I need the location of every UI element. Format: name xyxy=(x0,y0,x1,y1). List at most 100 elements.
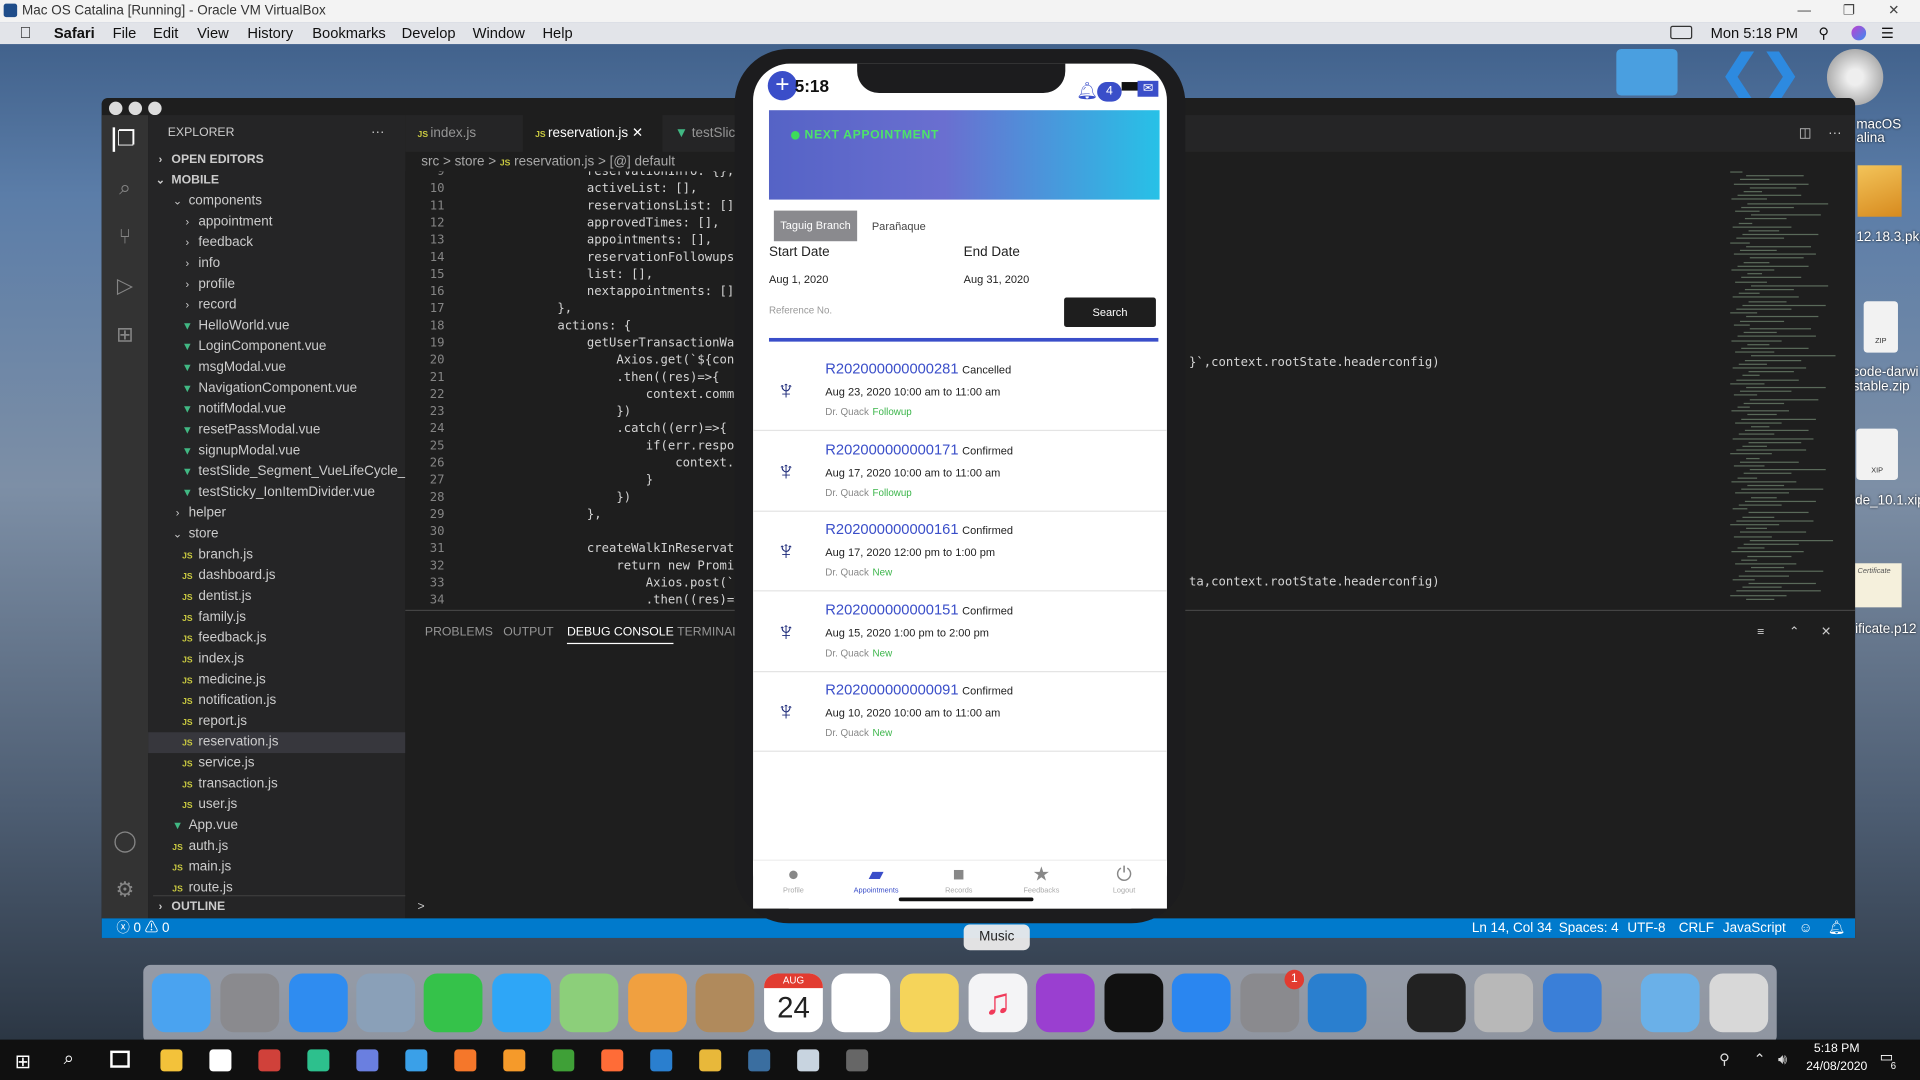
menu-app-name[interactable]: Safari xyxy=(54,22,95,44)
tab-testslide[interactable]: ▼ testSlic xyxy=(662,115,736,152)
tab-output[interactable]: OUTPUT xyxy=(503,626,553,639)
menubar-clock[interactable]: Mon 5:18 PM xyxy=(1711,22,1798,44)
tree-item[interactable]: JS auth.js xyxy=(148,836,405,857)
menu-view[interactable]: View xyxy=(197,22,229,44)
chrome-icon[interactable] xyxy=(699,1049,722,1072)
explorer-icon[interactable]: ❐ xyxy=(112,127,137,152)
cursor-position[interactable]: Ln 14, Col 34 xyxy=(1472,918,1552,938)
window-minimize-button[interactable] xyxy=(128,101,143,116)
close-button[interactable]: ✕ xyxy=(1888,0,1899,22)
disk-icon[interactable] xyxy=(1826,48,1884,106)
add-appointment-button[interactable]: + xyxy=(767,71,798,101)
tree-item[interactable]: › record xyxy=(148,295,405,316)
tab-terminal[interactable]: TERMINAL xyxy=(677,626,739,639)
contacts-icon[interactable] xyxy=(695,973,755,1033)
tree-item[interactable]: ▼ App.vue xyxy=(148,816,405,837)
minimap[interactable] xyxy=(1730,171,1845,612)
tree-item[interactable]: ▼ notifModal.vue xyxy=(148,399,405,420)
reservation-id[interactable]: R202000000000091 xyxy=(825,681,958,698)
tree-item[interactable]: JS user.js xyxy=(148,795,405,816)
window-zoom-button[interactable] xyxy=(148,101,162,116)
reference-input[interactable]: Reference No. xyxy=(769,305,1051,316)
music-icon[interactable]: ♫ xyxy=(968,973,1028,1033)
menu-bookmarks[interactable]: Bookmarks xyxy=(312,22,386,44)
extensions-icon[interactable]: ⊞ xyxy=(113,323,137,347)
open-editors-section[interactable]: › OPEN EDITORS xyxy=(153,149,410,170)
photos-icon[interactable] xyxy=(628,973,687,1033)
tree-item[interactable]: ⌄ components xyxy=(148,191,405,212)
notes-icon[interactable] xyxy=(900,973,959,1033)
xcode-icon[interactable] xyxy=(1542,973,1602,1033)
tree-item[interactable]: JS reservation.js xyxy=(148,732,406,754)
reservation-id[interactable]: R202000000000281 xyxy=(825,360,958,377)
package-icon[interactable] xyxy=(1857,165,1902,217)
menu-edit[interactable]: Edit xyxy=(153,22,178,44)
segment-paranaque[interactable]: Parañaque xyxy=(872,220,926,232)
next-appointment-banner[interactable]: NEXT APPOINTMENT xyxy=(768,110,1160,200)
menu-history[interactable]: History xyxy=(247,22,293,44)
file-explorer-icon[interactable] xyxy=(160,1049,183,1072)
crumb-symbol[interactable]: [@] default xyxy=(610,154,675,169)
desktop-label-macos[interactable]: macOS alina xyxy=(1856,118,1917,146)
crumb-src[interactable]: src xyxy=(421,154,439,169)
taskbar-date[interactable]: 24/08/2020 xyxy=(1802,1060,1871,1073)
panel-maximize-icon[interactable]: ⌃ xyxy=(1789,626,1799,639)
windows-start-icon[interactable]: ⊞ xyxy=(15,1049,31,1073)
tree-item[interactable]: › feedback xyxy=(148,233,405,254)
taskbar-time[interactable]: 5:18 PM xyxy=(1810,1042,1864,1055)
tree-item[interactable]: JS medicine.js xyxy=(148,670,405,691)
tab-reservation-js[interactable]: JS reservation.js ✕ xyxy=(522,115,663,152)
tree-item[interactable]: › profile xyxy=(148,274,405,295)
desktop-label-cert[interactable]: ificate.p12 xyxy=(1855,622,1916,637)
xampp-icon[interactable] xyxy=(454,1049,477,1072)
desktop-label-pkg[interactable]: 12.18.3.pkg xyxy=(1856,230,1920,245)
messages-icon[interactable]: ✉ xyxy=(1137,80,1159,97)
sublime-icon[interactable] xyxy=(503,1049,526,1072)
tv-icon[interactable] xyxy=(1104,973,1164,1033)
crumb-file[interactable]: reservation.js xyxy=(514,154,594,169)
tray-chevron-icon[interactable]: ⌃ xyxy=(1753,1051,1765,1068)
tree-item[interactable]: ▼ resetPassModal.vue xyxy=(148,420,405,441)
editor-more-icon[interactable]: ··· xyxy=(1816,115,1841,152)
feedback-icon[interactable]: ☺ xyxy=(1799,918,1813,938)
crumb-store[interactable]: store xyxy=(455,154,485,169)
segment-taguig[interactable]: Taguig Branch xyxy=(773,210,858,242)
facetime-icon[interactable] xyxy=(423,973,483,1033)
close-tab-icon[interactable]: ✕ xyxy=(632,126,643,141)
end-date-value[interactable]: Aug 31, 2020 xyxy=(964,273,1030,285)
desktop-label-zip[interactable]: code-darwi stable.zip xyxy=(1853,365,1919,394)
maps-icon[interactable] xyxy=(559,973,619,1033)
account-icon[interactable]: ◯ xyxy=(113,829,137,853)
desktop-label-xip[interactable]: de_10.1.xip xyxy=(1855,493,1920,508)
x-app-icon[interactable] xyxy=(846,1049,869,1072)
console-prompt[interactable]: > xyxy=(418,900,425,913)
calendar-icon[interactable]: AUG 24 xyxy=(764,973,823,1033)
tab-index-js[interactable]: JS index.js xyxy=(405,115,523,152)
reservation-id[interactable]: R202000000000161 xyxy=(825,521,958,538)
downloads-folder-icon[interactable] xyxy=(1640,973,1700,1033)
tree-item[interactable]: › helper xyxy=(148,503,405,524)
app-icon[interactable] xyxy=(258,1049,281,1072)
source-control-icon[interactable]: ⑂ xyxy=(113,225,137,249)
tree-item[interactable]: JS service.js xyxy=(148,753,405,774)
folder-icon[interactable] xyxy=(1616,48,1678,96)
indentation[interactable]: Spaces: 4 xyxy=(1559,918,1619,938)
vscode-icon[interactable] xyxy=(1307,973,1367,1033)
bell-icon[interactable]: 🔔︎ xyxy=(1828,918,1845,938)
search-icon[interactable]: ⌕ xyxy=(113,176,137,200)
trash-icon[interactable] xyxy=(1709,973,1769,1033)
tab-problems[interactable]: PROBLEMS xyxy=(425,626,493,639)
system-preferences-icon[interactable]: 1 xyxy=(1240,969,1305,1033)
notifications-bell-icon[interactable]: 🔔︎ xyxy=(1076,81,1098,102)
nav-item-logout[interactable]: ⏻ Logout xyxy=(1100,863,1149,907)
display-icon[interactable] xyxy=(1670,25,1693,40)
virtualbox-icon[interactable] xyxy=(797,1049,820,1072)
siri-icon[interactable] xyxy=(1851,25,1867,41)
tree-item[interactable]: ▼ signupModal.vue xyxy=(148,441,405,462)
tree-item[interactable]: ▼ LoginComponent.vue xyxy=(148,337,405,358)
line-ending[interactable]: CRLF xyxy=(1679,918,1714,938)
tree-item[interactable]: JS dentist.js xyxy=(148,587,405,608)
people-icon[interactable]: ⚲ xyxy=(1719,1051,1730,1068)
settings-gear-icon[interactable]: ⚙ xyxy=(113,878,137,902)
podcasts-icon[interactable] xyxy=(1035,973,1095,1033)
